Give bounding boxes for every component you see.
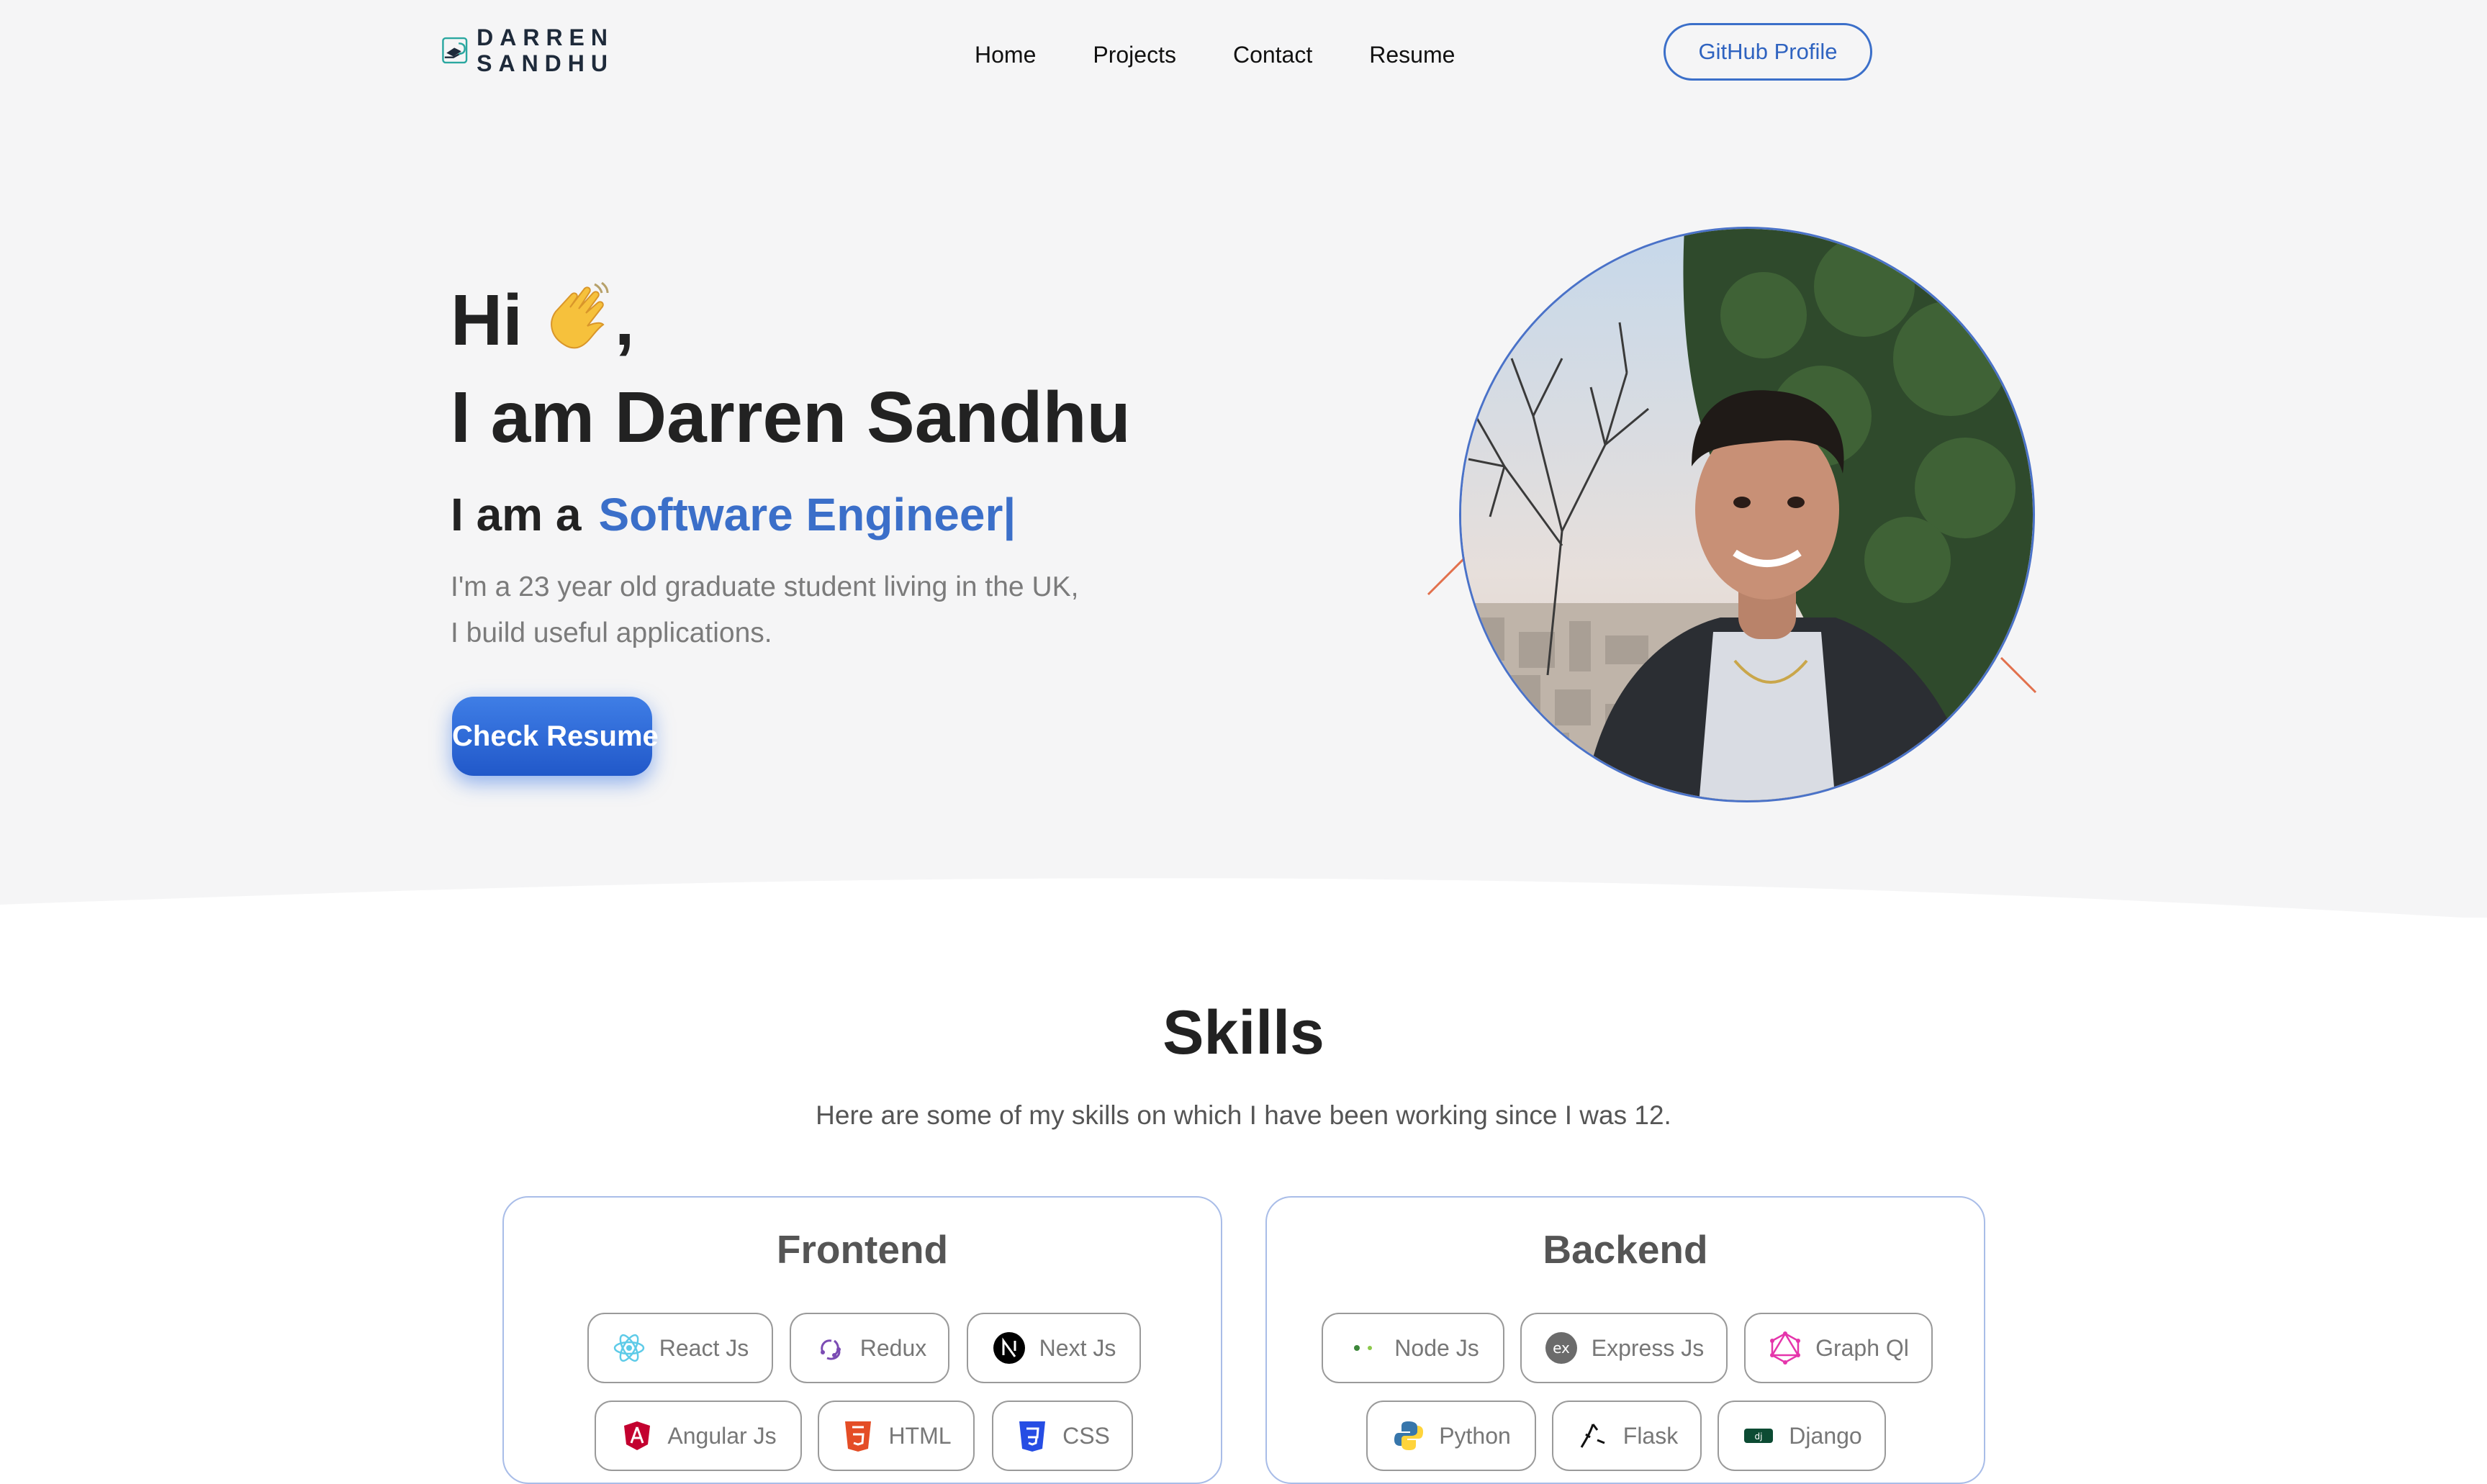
skill-label: Flask [1622,1422,1679,1449]
hero-name: I am Darren Sandhu [451,377,1131,458]
nav-contact[interactable]: Contact [1233,36,1312,73]
role-typed-text: Software Engineer| [598,489,1016,540]
skill-label: HTML [888,1422,952,1449]
skill-chip-python: Python [1366,1401,1536,1471]
html5-icon [845,1421,872,1452]
decorative-line-left [1427,556,1467,596]
skill-chip-angular: Angular Js [595,1401,802,1471]
backend-skills-card: Backend Node Js ex Express Js Graph Ql P… [1265,1196,1985,1484]
skill-label: Express Js [1591,1334,1705,1361]
frontend-card-title: Frontend [776,1227,949,1272]
skill-chip-react: React Js [587,1313,773,1383]
profile-photo-illustration [1461,229,2033,800]
skill-label: Angular Js [667,1422,777,1449]
hero-greeting: Hi , [451,277,635,363]
hero-wave-divider [0,878,2487,925]
profile-photo [1459,227,2035,802]
skill-label: Node Js [1394,1334,1479,1361]
flask-icon [1580,1424,1605,1448]
main-nav: Home Projects Contact Resume [975,36,1455,73]
express-icon: ex [1545,1332,1577,1364]
skill-chip-express: ex Express Js [1520,1313,1728,1383]
decorative-line-right [2000,656,2037,694]
skill-chip-nodejs: Node Js [1322,1313,1504,1383]
nextjs-icon [993,1332,1025,1364]
react-icon [613,1334,644,1362]
backend-card-title: Backend [1543,1227,1708,1272]
skill-chip-html: HTML [818,1401,975,1471]
logo-laptop-icon [442,37,468,64]
nav-resume[interactable]: Resume [1369,36,1455,73]
hero-role: I am a Software Engineer| [451,486,1016,543]
skill-label: CSS [1062,1422,1110,1449]
logo-wordmark: DARREN SANDHU [477,24,614,76]
role-prefix: I am a [451,489,582,540]
skill-chip-graphql: Graph Ql [1744,1313,1933,1383]
nodejs-icon [1354,1345,1373,1351]
skill-label: Next Js [1039,1334,1116,1361]
skills-title: Skills [1163,998,1324,1067]
hero-background [0,0,2487,918]
svg-text:ex: ex [1553,1339,1570,1357]
description-line-2: I build useful applications. [451,617,772,648]
skill-chip-redux: Redux [790,1313,949,1383]
logo-line-2: SANDHU [477,50,614,76]
skill-label: Python [1439,1422,1511,1449]
skill-chip-flask: Flask [1552,1401,1702,1471]
skill-chip-nextjs: Next Js [967,1313,1141,1383]
nav-home[interactable]: Home [975,36,1036,73]
skill-chip-css: CSS [992,1401,1133,1471]
angular-icon [624,1421,651,1450]
skill-label: React Js [659,1334,749,1361]
skill-label: Django [1789,1422,1862,1449]
logo-line-1: DARREN [477,24,614,50]
check-resume-button[interactable]: Check Resume [452,697,659,776]
site-logo[interactable]: DARREN SANDHU [441,23,614,78]
waving-hand-icon [550,281,609,349]
skills-subtitle: Here are some of my skills on which I ha… [816,1100,1671,1130]
graphql-icon [1770,1331,1801,1365]
frontend-skills-card: Frontend React Js Redux Next Js Angular … [502,1196,1222,1484]
greeting-text: Hi [451,280,523,361]
skill-label: Redux [859,1334,927,1361]
description-line-1: I'm a 23 year old graduate student livin… [451,571,1079,602]
hero-description: I'm a 23 year old graduate student livin… [451,564,1078,656]
skill-label: Graph Ql [1815,1334,1909,1361]
css3-icon [1019,1421,1046,1452]
skill-chip-django: dj Django [1718,1401,1886,1471]
redux-icon [820,1339,841,1360]
django-icon: dj [1744,1429,1774,1443]
github-profile-button[interactable]: GitHub Profile [1664,23,1872,81]
nav-projects[interactable]: Projects [1093,36,1176,73]
greeting-comma: , [614,280,635,361]
svg-text:dj: dj [1755,1431,1763,1442]
python-icon [1394,1421,1424,1450]
